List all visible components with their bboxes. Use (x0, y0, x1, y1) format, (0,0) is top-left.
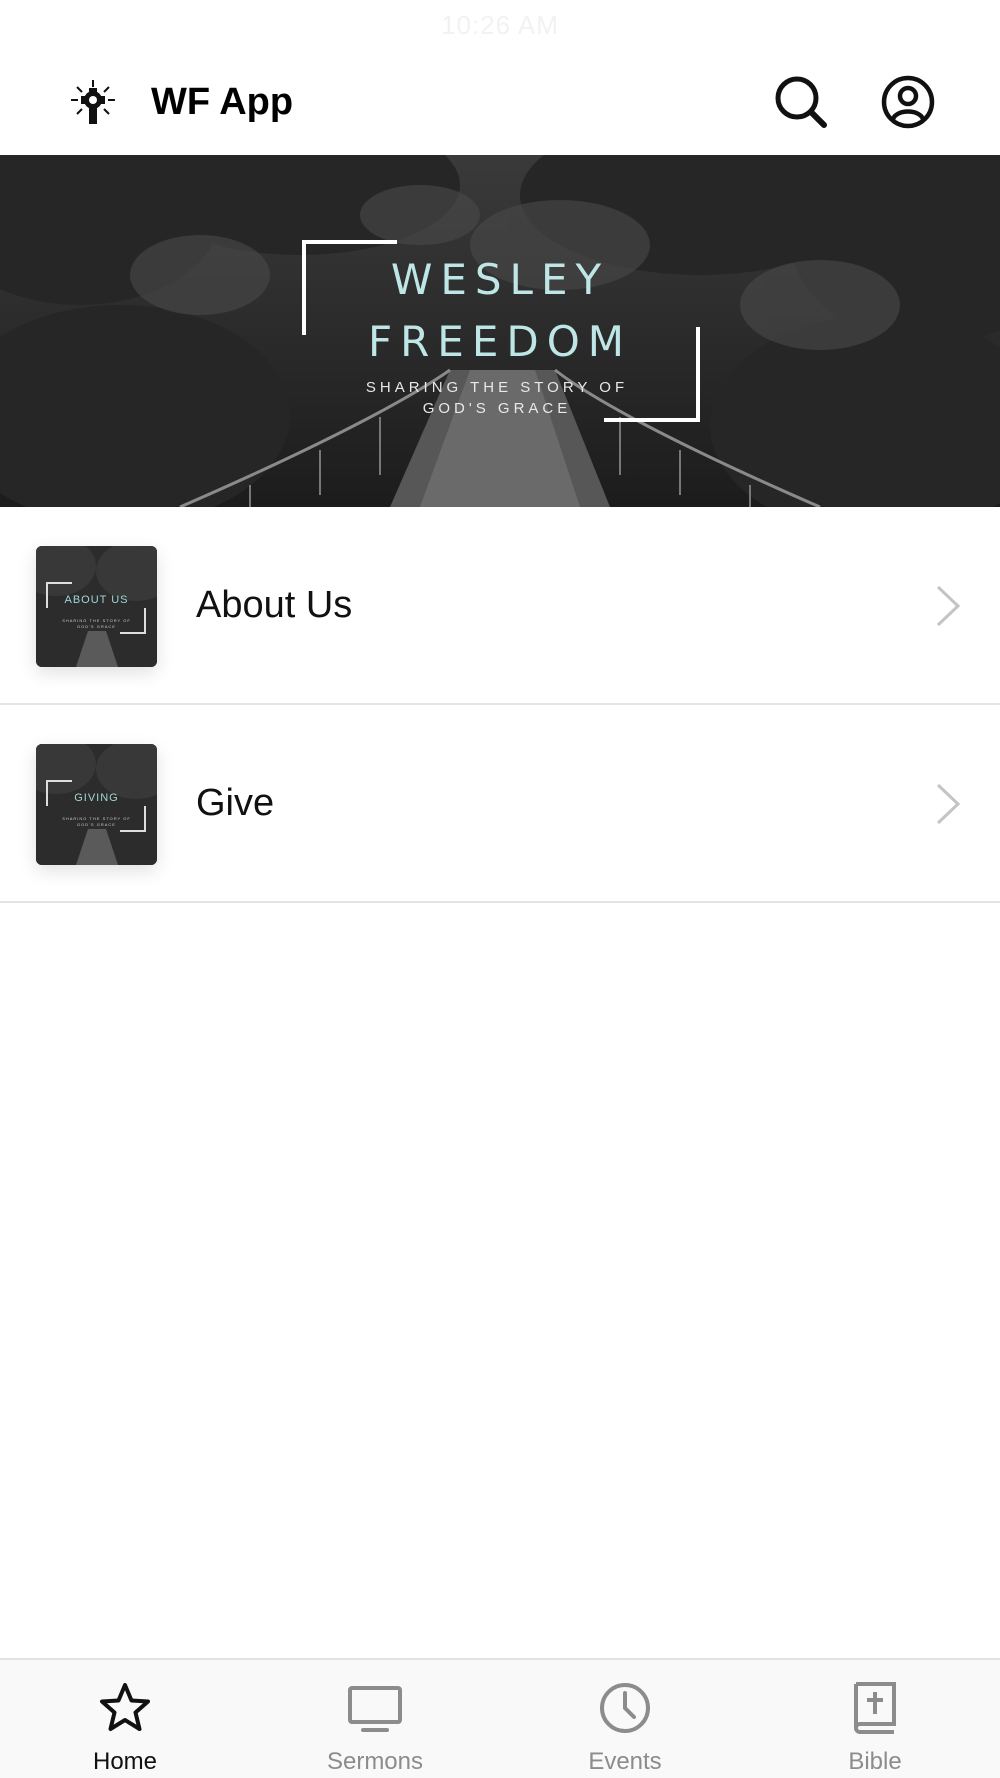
monitor-icon (348, 1686, 402, 1732)
tab-sermons[interactable]: Sermons (250, 1660, 500, 1778)
list-item-title: About Us (196, 584, 353, 626)
app-title: WF App (151, 81, 294, 123)
thumbnail-label: ABOUT US (64, 594, 129, 606)
status-bar: 10:26 AM (0, 0, 1000, 50)
hero-title-line2: FREEDOM (367, 317, 633, 366)
bible-icon (854, 1682, 896, 1734)
search-button[interactable] (773, 74, 829, 130)
tab-label: Events (588, 1748, 662, 1775)
tab-label: Home (92, 1748, 158, 1775)
tab-bible[interactable]: Bible (750, 1660, 1000, 1778)
tab-label: Sermons (326, 1748, 424, 1775)
chevron-right-icon (936, 585, 961, 627)
list-item-title: Give (196, 782, 275, 824)
tab-events[interactable]: Events (500, 1660, 750, 1778)
chevron-right-icon (936, 783, 961, 825)
star-icon (100, 1683, 150, 1731)
give-thumbnail: GIVING SHARING THE STORY OF GOD'S GRACE (36, 744, 157, 865)
thumbnail-subtitle: SHARING THE STORY OF GOD'S GRACE (62, 618, 131, 629)
hero-banner: WESLEY FREEDOM SHARING THE STORY OF GOD'… (0, 155, 1000, 507)
search-icon (775, 76, 827, 128)
celtic-cross-logo-icon (68, 78, 118, 128)
account-button[interactable] (880, 74, 936, 130)
hero-title-line1: WESLEY (390, 255, 610, 304)
tab-label: Bible (848, 1748, 902, 1775)
hero-tagline: SHARING THE STORY OF GOD'S GRACE (365, 379, 629, 417)
status-time: 10:26 AM (441, 9, 559, 40)
tab-home[interactable]: Home (0, 1660, 250, 1778)
thumbnail-label: GIVING (74, 792, 119, 804)
user-account-icon (881, 75, 935, 129)
app-header: WF App (0, 50, 1000, 155)
clock-icon (600, 1683, 650, 1733)
about-us-thumbnail: ABOUT US SHARING THE STORY OF GOD'S GRAC… (36, 546, 157, 667)
list-item-give[interactable]: GIVING SHARING THE STORY OF GOD'S GRACE … (0, 705, 1000, 903)
list-item-about-us[interactable]: ABOUT US SHARING THE STORY OF GOD'S GRAC… (0, 507, 1000, 705)
bottom-tab-bar: Home Sermons Events Bible (0, 1658, 1000, 1778)
thumbnail-subtitle: SHARING THE STORY OF GOD'S GRACE (62, 816, 131, 827)
